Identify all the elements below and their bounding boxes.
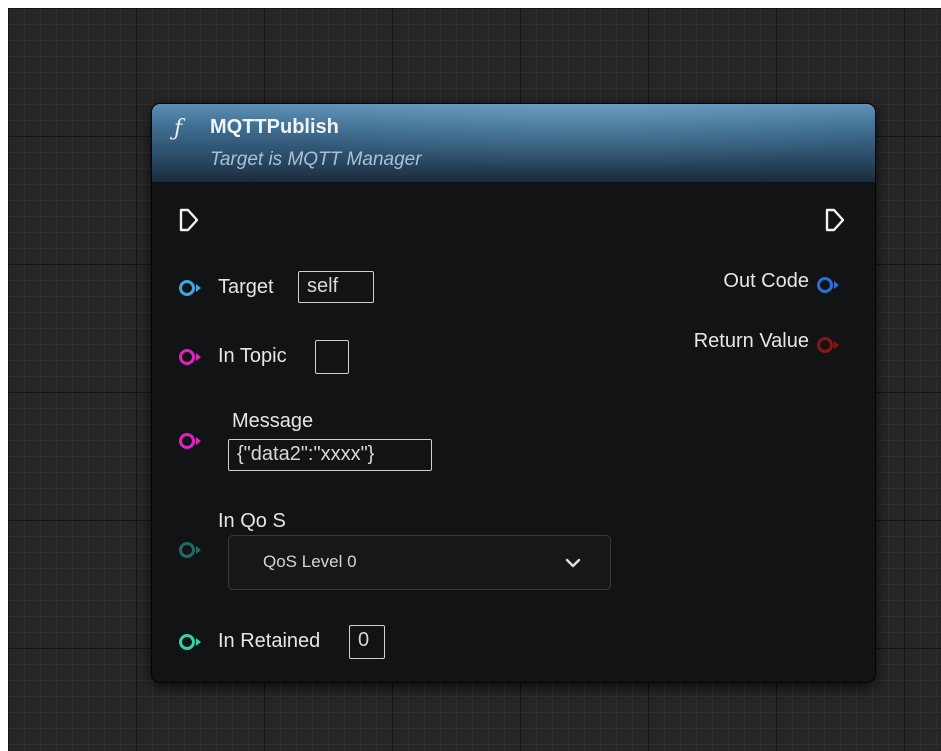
in-retained-label: In Retained xyxy=(218,630,321,652)
out-code-pin-icon[interactable] xyxy=(816,275,842,295)
in-topic-value-field[interactable] xyxy=(315,340,349,374)
qos-selected-value: QoS Level 0 xyxy=(263,552,357,571)
target-label: Target xyxy=(218,276,274,298)
return-value-pin-icon[interactable] xyxy=(816,335,842,355)
exec-pin-out-icon[interactable] xyxy=(824,207,846,233)
message-value-field[interactable]: {"data2":"xxxx"} xyxy=(228,439,432,471)
in-retained-pin-icon[interactable] xyxy=(178,632,204,652)
in-qos-label: In Qo S xyxy=(218,510,286,532)
qos-level-dropdown[interactable]: QoS Level 0 xyxy=(228,535,611,590)
out-code-label: Out Code xyxy=(723,270,809,292)
in-qos-pin-icon[interactable] xyxy=(178,540,204,560)
function-icon: ƒ xyxy=(174,116,183,141)
target-pin-icon[interactable] xyxy=(178,278,204,298)
node-title: MQTTPublish xyxy=(210,116,339,138)
mqtt-publish-node[interactable]: ƒ MQTTPublish Target is MQTT Manager Tar… xyxy=(151,103,876,683)
node-subtitle: Target is MQTT Manager xyxy=(210,149,422,170)
chevron-down-icon xyxy=(565,558,581,568)
message-label: Message xyxy=(232,410,314,432)
exec-pin-in-icon[interactable] xyxy=(178,207,200,233)
in-retained-value-field[interactable]: 0 xyxy=(349,625,385,659)
return-value-label: Return Value xyxy=(693,330,809,352)
in-topic-pin-icon[interactable] xyxy=(178,347,204,367)
target-value-field[interactable]: self xyxy=(298,271,374,303)
message-pin-icon[interactable] xyxy=(178,431,204,451)
in-topic-label: In Topic xyxy=(218,345,287,367)
